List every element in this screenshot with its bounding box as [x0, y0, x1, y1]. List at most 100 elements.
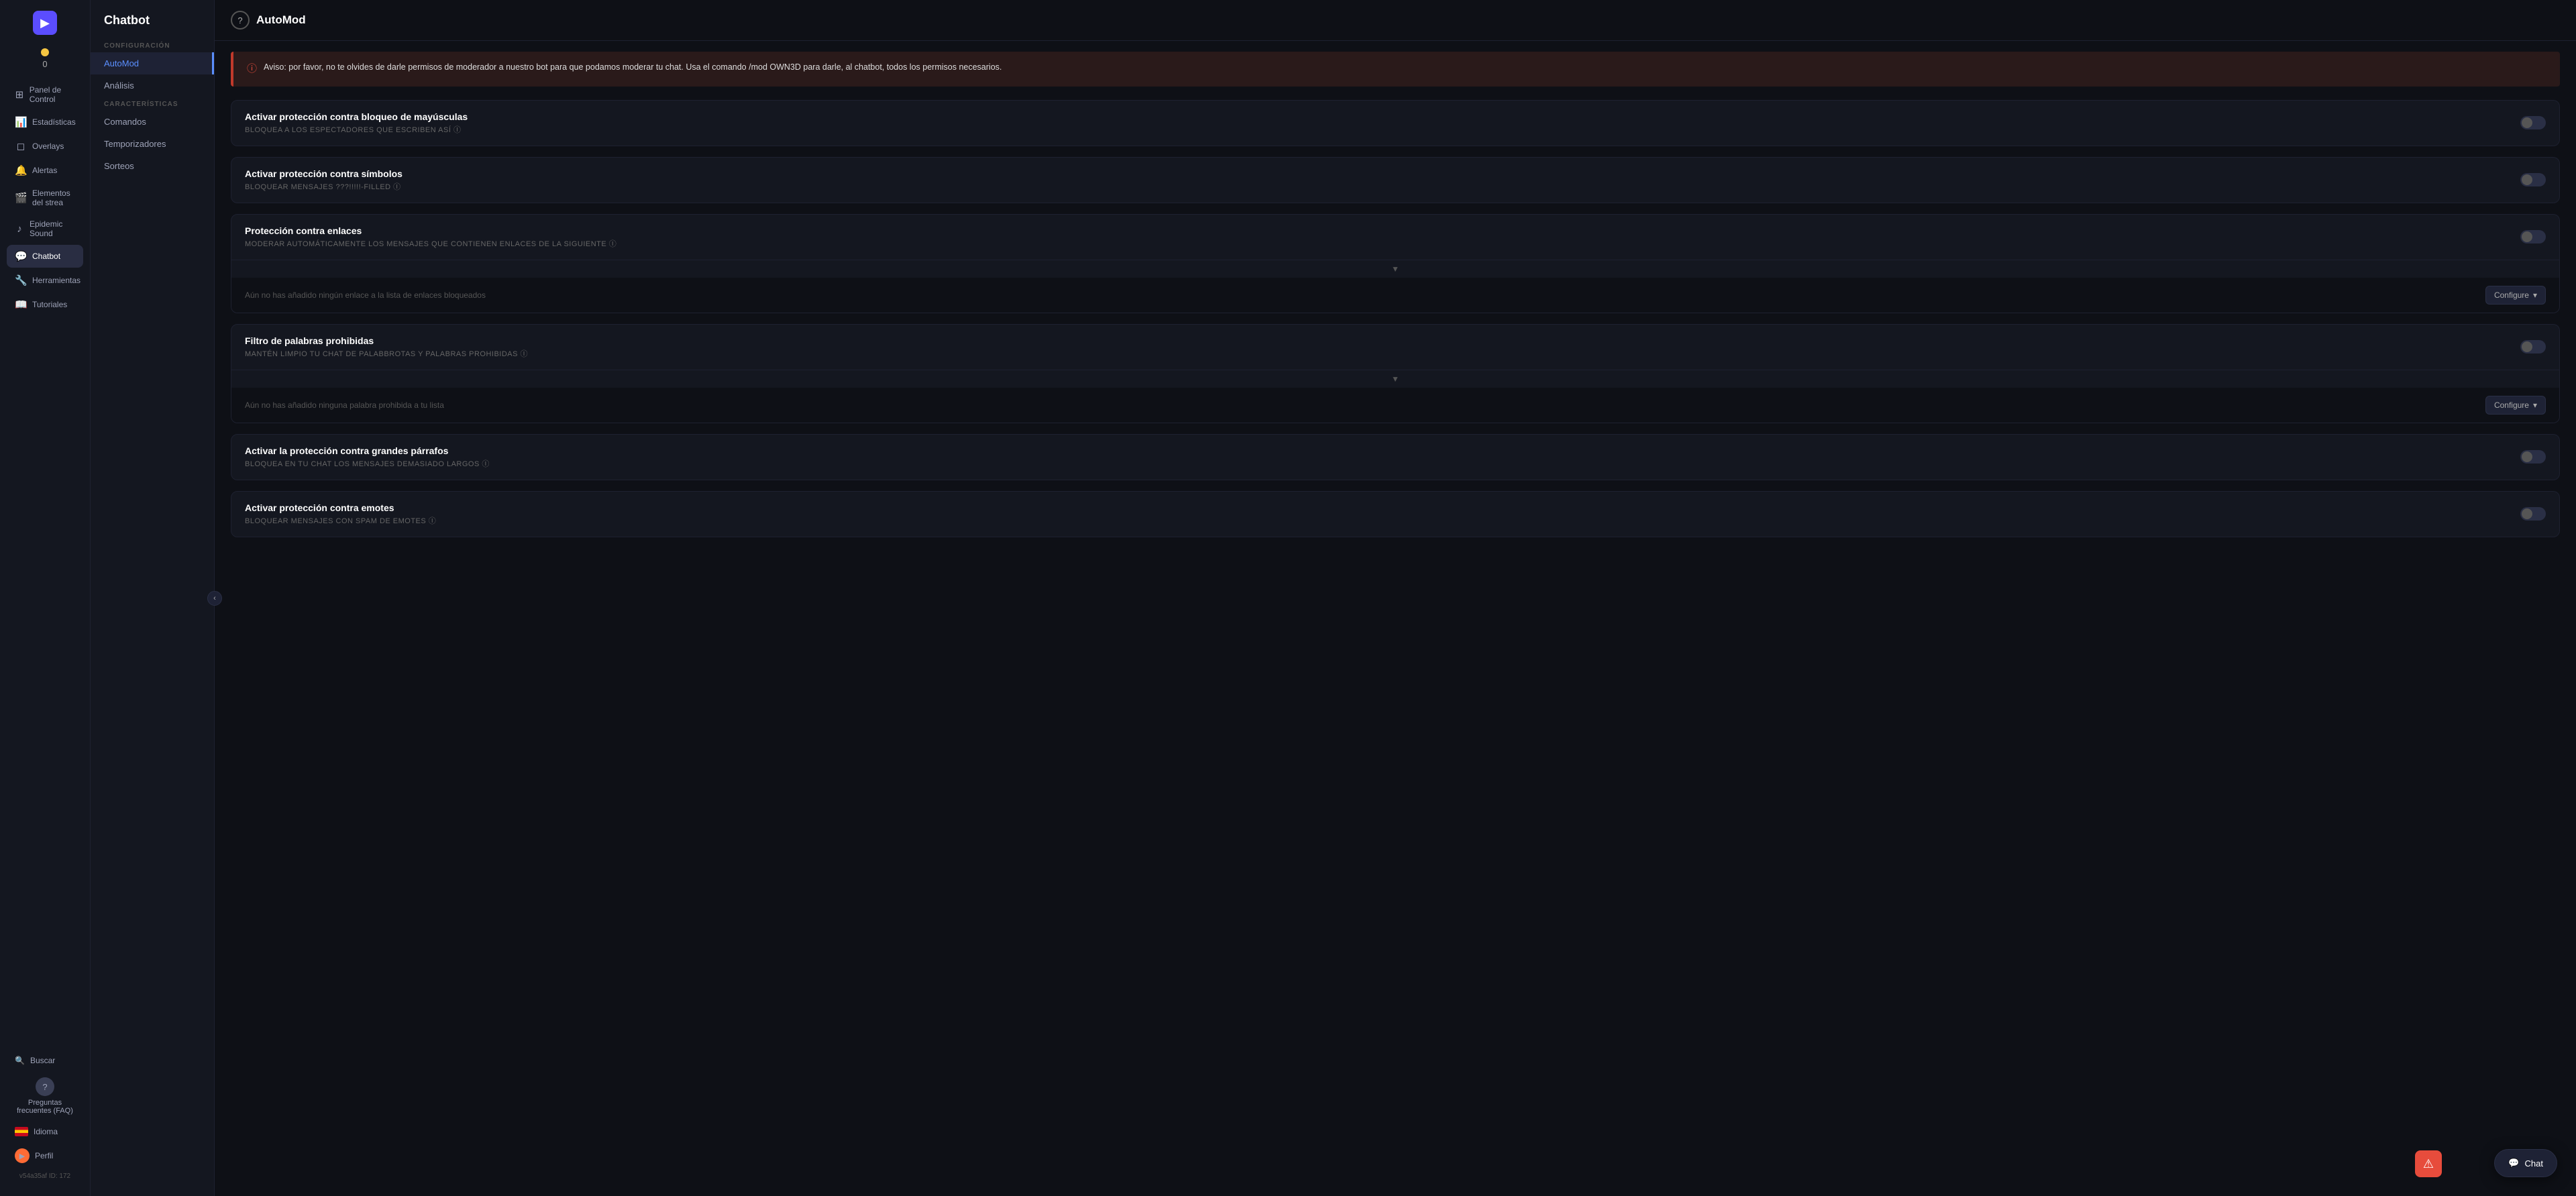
perfil-icon: ▶ — [15, 1148, 30, 1163]
card-parrafos: Activar la protección contra grandes pár… — [231, 434, 2560, 480]
sidebar-item-tutoriales[interactable]: 📖Tutoriales — [7, 293, 83, 316]
epidemic-label: Epidemic Sound — [30, 219, 75, 238]
card-text-mayusculas: Activar protección contra bloqueo de may… — [245, 111, 468, 135]
sub-item-sorteos[interactable]: Sorteos — [91, 155, 214, 177]
topbar: ? AutoMod — [215, 0, 2576, 41]
faq-icon: ? — [36, 1077, 54, 1096]
collapse-row-palabras[interactable]: ▼ — [231, 370, 2559, 388]
toggle-knob-palabras — [2522, 341, 2532, 352]
sidebar-item-chatbot[interactable]: 💬 Chatbot — [7, 245, 83, 268]
sidebar-item-elementos[interactable]: 🎬 Elementos del strea — [7, 183, 83, 213]
sidebar-item-estadisticas[interactable]: 📊Estadísticas — [7, 111, 83, 133]
sub-section-label: CARACTERÍSTICAS — [91, 97, 214, 111]
config-placeholder-enlaces: Aún no has añadido ningún enlace a la li… — [245, 290, 486, 300]
alertas-icon: 🔔 — [15, 164, 27, 176]
overlays-icon: ◻ — [15, 140, 27, 152]
alert-banner: ⓘ Aviso: por favor, no te olvides de dar… — [231, 52, 2560, 87]
estadisticas-label: Estadísticas — [32, 117, 76, 127]
toggle-simbolos[interactable] — [2520, 173, 2546, 186]
collapse-row-enlaces[interactable]: ▼ — [231, 260, 2559, 278]
sub-item-analisis[interactable]: Análisis — [91, 74, 214, 97]
card-subtitle-mayusculas: BLOQUEA A LOS ESPECTADORES QUE ESCRIBEN … — [245, 124, 468, 135]
card-header-parrafos: Activar la protección contra grandes pár… — [231, 435, 2559, 480]
card-title-enlaces: Protección contra enlaces — [245, 225, 616, 236]
alertas-label: Alertas — [32, 166, 57, 175]
toggle-mayusculas[interactable] — [2520, 116, 2546, 129]
configure-chevron-enlaces: ▾ — [2533, 290, 2537, 300]
sub-item-temporizadores[interactable]: Temporizadores — [91, 133, 214, 155]
alert-triangle-icon: ⚠ — [2423, 1157, 2434, 1171]
card-title-palabras: Filtro de palabras prohibidas — [245, 335, 528, 346]
score-dot — [41, 48, 49, 56]
tutoriales-icon: 📖 — [15, 298, 27, 311]
collapse-icon-palabras: ▼ — [1391, 374, 1399, 384]
chat-fab[interactable]: 💬 Chat — [2494, 1149, 2557, 1177]
app-logo[interactable]: ▶ — [33, 11, 57, 35]
card-emotes: Activar protección contra emotesBloquear… — [231, 491, 2560, 537]
idioma-label: Idioma — [34, 1127, 58, 1136]
configure-button-enlaces[interactable]: Configure▾ — [2485, 286, 2546, 305]
faq-label: Preguntas frecuentes (FAQ) — [15, 1099, 75, 1115]
card-text-palabras: Filtro de palabras prohibidasMantén limp… — [245, 335, 528, 359]
card-simbolos: Activar protección contra símbolosBloque… — [231, 157, 2560, 203]
main-sidebar: ▶ 0 ⊞ Panel de Control 📊Estadísticas◻Overl… — [0, 0, 91, 1196]
card-header-palabras: Filtro de palabras prohibidasMantén limp… — [231, 325, 2559, 370]
toggle-palabras[interactable] — [2520, 340, 2546, 354]
collapse-icon-enlaces: ▼ — [1391, 264, 1399, 274]
toggle-knob-emotes — [2522, 508, 2532, 519]
flag-icon — [15, 1127, 28, 1136]
card-text-enlaces: Protección contra enlaces Moderar automát… — [245, 225, 616, 249]
card-palabras: Filtro de palabras prohibidasMantén limp… — [231, 324, 2560, 423]
toggle-emotes[interactable] — [2520, 507, 2546, 521]
chatbot-label: Chatbot — [32, 252, 60, 261]
card-title-simbolos: Activar protección contra símbolos — [245, 168, 402, 179]
toggle-knob-simbolos — [2522, 174, 2532, 185]
card-mayusculas: Activar protección contra bloqueo de may… — [231, 100, 2560, 146]
toggle-enlaces[interactable] — [2520, 230, 2546, 243]
panel-label: Panel de Control — [30, 85, 75, 104]
sub-item-comandos[interactable]: Comandos — [91, 111, 214, 133]
sidebar-item-panel[interactable]: ⊞ Panel de Control — [7, 80, 83, 109]
sidebar-search[interactable]: 🔍 Buscar — [7, 1050, 83, 1071]
sidebar-item-overlays[interactable]: ◻Overlays — [7, 135, 83, 158]
sub-section-label: CONFIGURACIÓN — [91, 38, 214, 52]
config-placeholder-palabras: Aún no has añadido ninguna palabra prohi… — [245, 400, 444, 410]
configure-chevron-palabras: ▾ — [2533, 400, 2537, 410]
toggle-knob-parrafos — [2522, 451, 2532, 462]
perfil-label: Perfil — [35, 1151, 53, 1160]
collapse-button[interactable]: ‹ — [207, 591, 222, 606]
toggle-parrafos[interactable] — [2520, 450, 2546, 464]
search-icon: 🔍 — [15, 1056, 25, 1065]
score-value: 0 — [42, 59, 47, 69]
sidebar-item-herramientas[interactable]: 🔧Herramientas — [7, 269, 83, 292]
card-enlaces: Protección contra enlaces Moderar automát… — [231, 214, 2560, 313]
logo-icon: ▶ — [40, 16, 50, 30]
configure-label-palabras: Configure — [2494, 400, 2529, 410]
sidebar-idioma[interactable]: Idioma — [7, 1122, 83, 1142]
alert-text: Aviso: por favor, no te olvides de darle… — [264, 61, 1002, 74]
sidebar-item-alertas[interactable]: 🔔 Alertas — [7, 159, 83, 182]
alert-icon: ⓘ — [247, 62, 257, 77]
herramientas-label: Herramientas — [32, 276, 80, 285]
sidebar-item-epidemic[interactable]: ♪ Epidemic Sound — [7, 214, 83, 243]
chat-fab-label: Chat — [2525, 1158, 2543, 1168]
config-row-enlaces: Aún no has añadido ningún enlace a la li… — [231, 278, 2559, 313]
sidebar-perfil[interactable]: ▶ Perfil — [7, 1143, 83, 1168]
chatbot-icon: 💬 — [15, 250, 27, 262]
card-text-simbolos: Activar protección contra símbolosBloque… — [245, 168, 402, 192]
elementos-label: Elementos del strea — [32, 188, 75, 207]
card-subtitle-enlaces: Moderar automáticamente los mensajes que… — [245, 238, 616, 249]
content-area: Activar protección contra bloqueo de may… — [215, 100, 2576, 553]
sidebar-faq[interactable]: ? Preguntas frecuentes (FAQ) — [7, 1072, 83, 1120]
card-title-emotes: Activar protección contra emotes — [245, 502, 436, 513]
card-text-emotes: Activar protección contra emotesBloquear… — [245, 502, 436, 526]
configure-button-palabras[interactable]: Configure ▾ — [2485, 396, 2546, 415]
card-header-simbolos: Activar protección contra símbolosBloque… — [231, 158, 2559, 203]
epidemic-icon: ♪ — [15, 223, 24, 235]
sub-item-automod[interactable]: AutoMod — [91, 52, 214, 74]
alert-triangle[interactable]: ⚠ — [2415, 1150, 2442, 1177]
panel-icon: ⊞ — [15, 89, 24, 101]
search-label: Buscar — [30, 1056, 55, 1065]
sidebar-nav: ⊞Panel de Control📊Estadísticas◻Overlays🔔… — [0, 80, 90, 1050]
elementos-icon: 🎬 — [15, 192, 27, 204]
